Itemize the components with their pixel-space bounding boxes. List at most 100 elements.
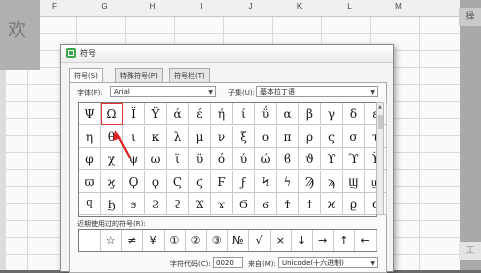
symbol-cell[interactable]: ν: [211, 125, 233, 148]
symbol-cell[interactable]: Ϊ: [123, 103, 145, 125]
symbol-cell[interactable]: Ϭ: [233, 193, 255, 216]
symbol-cell[interactable]: ϐ: [277, 148, 299, 171]
symbol-cell[interactable]: Ϛ: [167, 170, 189, 193]
column-header-h[interactable]: H: [128, 2, 177, 11]
symbol-cell[interactable]: ό: [211, 148, 233, 171]
symbol-cell[interactable]: Ϩ: [145, 193, 167, 216]
recent-symbol-cell[interactable]: ↑: [333, 230, 356, 251]
symbol-cell[interactable]: ϒ: [321, 148, 343, 171]
symbol-cell[interactable]: Ϋ: [145, 103, 167, 125]
symbol-cell[interactable]: ϊ: [167, 148, 189, 171]
right-panel-blur: [460, 0, 481, 270]
symbol-cell[interactable]: α: [277, 103, 299, 125]
symbol-cell[interactable]: ω: [145, 148, 167, 171]
symbol-cell[interactable]: ο: [255, 125, 277, 148]
symbol-cell[interactable]: ϩ: [167, 193, 189, 216]
symbol-cell[interactable]: Ϣ: [343, 170, 365, 193]
recent-symbol-cell[interactable]: №: [227, 230, 250, 251]
symbol-cell[interactable]: ύ: [233, 148, 255, 171]
column-header-i[interactable]: I: [177, 2, 226, 11]
symbol-cell[interactable]: ψ: [123, 148, 145, 171]
symbol-cell[interactable]: Ϙ: [123, 170, 145, 193]
symbol-cell[interactable]: Ψ: [79, 103, 101, 125]
symbol-cell[interactable]: ϥ: [79, 193, 101, 216]
symbol-cell[interactable]: ϧ: [123, 193, 145, 216]
symbol-cell[interactable]: ϗ: [101, 170, 123, 193]
recent-symbol-cell[interactable]: [79, 230, 101, 251]
recent-symbol-cell[interactable]: ☆: [100, 230, 123, 251]
symbol-cell[interactable]: η: [79, 125, 101, 148]
symbol-cell[interactable]: ί: [233, 103, 255, 125]
char-code-input[interactable]: 0020: [213, 257, 243, 268]
column-header-l[interactable]: L: [325, 2, 374, 11]
tab-special-symbols[interactable]: 特殊符号(P): [115, 68, 163, 83]
symbol-cell[interactable]: ϓ: [343, 148, 365, 171]
symbol-cell[interactable]: β: [299, 103, 321, 125]
symbol-cell[interactable]: Ϫ: [189, 193, 211, 216]
symbol-cell[interactable]: ϱ: [343, 193, 365, 216]
symbol-cell[interactable]: ϝ: [233, 170, 255, 193]
recent-symbol-cell[interactable]: →: [312, 230, 335, 251]
recent-symbol-cell[interactable]: ②: [185, 230, 207, 251]
symbol-cell[interactable]: γ: [321, 103, 343, 125]
symbol-cell[interactable]: ϖ: [79, 170, 101, 193]
symbol-cell[interactable]: ξ: [233, 125, 255, 148]
symbol-cell[interactable]: ΰ: [255, 103, 277, 125]
symbol-cell[interactable]: Ϝ: [211, 170, 233, 193]
symbol-cell[interactable]: ρ: [299, 125, 321, 148]
right-tab-bottom[interactable]: 工: [459, 242, 481, 260]
subset-dropdown[interactable]: 基本拉丁语 ▼: [256, 86, 378, 97]
symbol-cell[interactable]: ς: [321, 125, 343, 148]
symbol-cell[interactable]: ι: [123, 125, 145, 148]
symbol-cell[interactable]: ϰ: [321, 193, 343, 216]
symbol-cell[interactable]: ϙ: [145, 170, 167, 193]
symbol-cell[interactable]: φ: [79, 148, 101, 171]
column-header-j[interactable]: J: [226, 2, 275, 11]
symbol-cell[interactable]: μ: [189, 125, 211, 148]
tab-symbol-bar[interactable]: 符号栏(T): [169, 68, 210, 83]
symbol-cell[interactable]: Ϧ: [101, 193, 123, 216]
symbol-cell[interactable]: π: [277, 125, 299, 148]
font-dropdown[interactable]: Arial ▼: [110, 86, 216, 97]
symbol-cell[interactable]: Ϟ: [255, 170, 277, 193]
recent-symbol-cell[interactable]: ←: [355, 230, 377, 251]
symbol-cell[interactable]: Ϡ: [299, 170, 321, 193]
symbol-grid-scrollbar[interactable]: ▲: [376, 102, 384, 215]
recent-symbol-cell[interactable]: √: [249, 230, 271, 251]
symbol-cell[interactable]: ϭ: [255, 193, 277, 216]
column-header-k[interactable]: K: [275, 2, 324, 11]
symbol-cell[interactable]: ή: [211, 103, 233, 125]
column-header-m[interactable]: M: [374, 2, 423, 11]
from-dropdown[interactable]: Unicode(十六进制) ▼: [278, 257, 378, 268]
symbol-cell[interactable]: Ϯ: [277, 193, 299, 216]
symbol-cell[interactable]: ϋ: [189, 148, 211, 171]
symbol-cell[interactable]: έ: [189, 103, 211, 125]
recent-symbol-cell[interactable]: ×: [270, 230, 292, 251]
symbol-cell[interactable]: ώ: [255, 148, 277, 171]
scrollbar-thumb[interactable]: [378, 115, 383, 129]
symbol-cell[interactable]: ϡ: [321, 170, 343, 193]
right-tab-top[interactable]: 操: [459, 8, 481, 26]
symbol-cell[interactable]: λ: [167, 125, 189, 148]
symbol-cell[interactable]: ϛ: [189, 170, 211, 193]
recent-symbol-cell[interactable]: ¥: [143, 230, 165, 251]
dialog-title-bar[interactable]: 符号: [61, 45, 393, 63]
symbol-cell[interactable]: ά: [167, 103, 189, 125]
symbol-cell[interactable]: χ: [101, 148, 123, 171]
symbol-cell[interactable]: ϫ: [211, 193, 233, 216]
recent-symbol-cell[interactable]: ①: [164, 230, 186, 251]
column-header-g[interactable]: G: [80, 2, 129, 11]
recent-symbol-cell[interactable]: ③: [206, 230, 229, 251]
symbol-cell[interactable]: ϟ: [277, 170, 299, 193]
symbol-cell[interactable]: Ω: [101, 103, 123, 125]
symbol-cell[interactable]: ϑ: [299, 148, 321, 171]
recent-symbol-cell[interactable]: ≠: [121, 230, 144, 251]
scroll-up-icon[interactable]: ▲: [378, 104, 382, 110]
from-label: 来自(M):: [248, 260, 276, 268]
recent-symbol-cell[interactable]: ↓: [291, 230, 313, 251]
symbol-cell[interactable]: δ: [343, 103, 365, 125]
symbol-cell[interactable]: κ: [145, 125, 167, 148]
symbol-cell[interactable]: σ: [343, 125, 365, 148]
symbol-cell[interactable]: θ: [101, 125, 123, 148]
symbol-cell[interactable]: ϯ: [299, 193, 321, 216]
